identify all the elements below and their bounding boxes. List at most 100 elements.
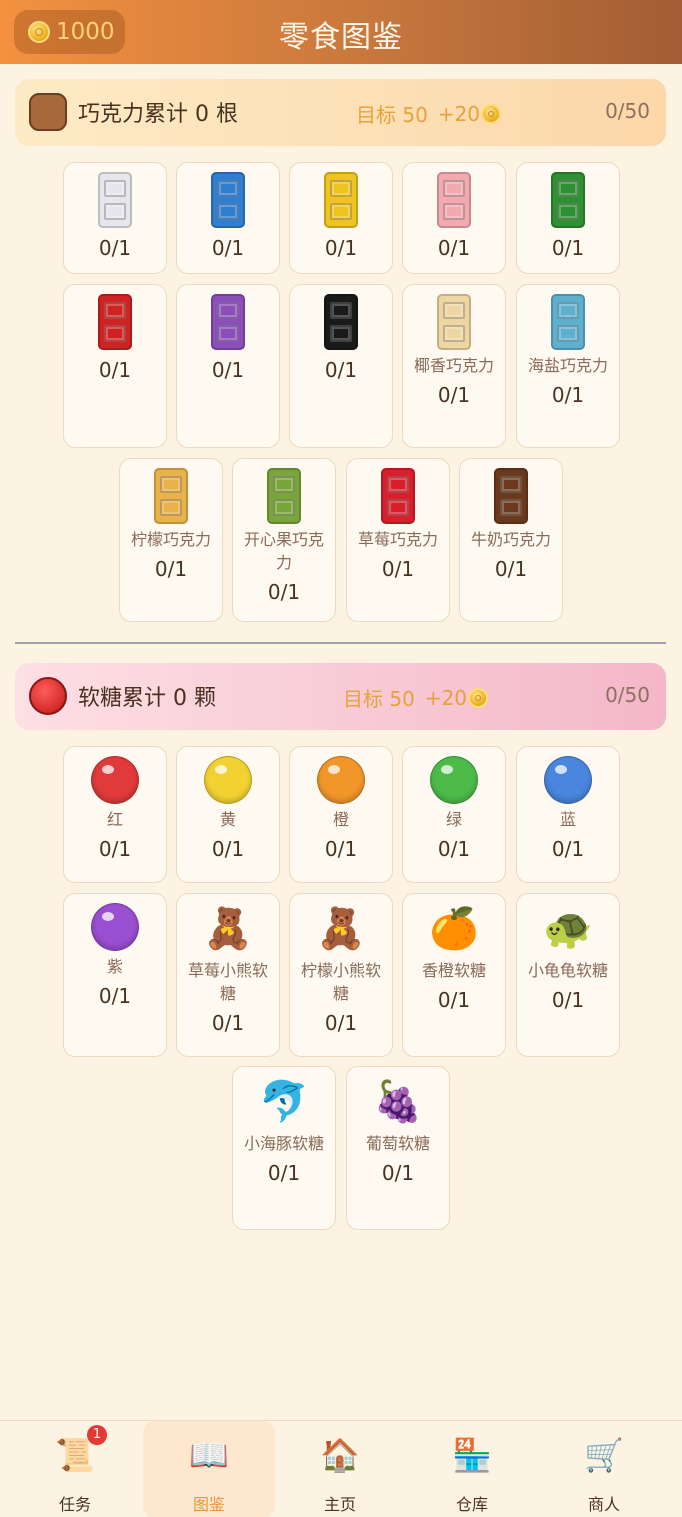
item-name: 绿 [445,810,462,829]
chocolate-card[interactable]: 0/1 [516,162,620,274]
item-name: 草莓小熊软糖 [188,961,269,1003]
gummy-candy-icon [29,677,67,715]
item-count: 0/1 [98,358,132,382]
item-count: 0/1 [324,837,358,861]
turtle-icon: 🐢 [543,906,593,952]
merchant-cart-icon: 🛒 [584,1436,624,1474]
item-count: 0/1 [324,358,358,382]
chocolate-card[interactable]: 0/1 [63,162,167,274]
item-name: 草莓巧克力 [358,530,439,549]
gummy-card[interactable]: 🧸 柠檬小熊软糖 0/1 [289,893,393,1057]
chocolate-card[interactable]: 0/1 [63,284,167,448]
chocolate-card[interactable]: 柠檬巧克力 0/1 [119,458,223,622]
gummy-card[interactable]: 橙 0/1 [289,746,393,883]
gummy-card[interactable]: 🧸 草莓小熊软糖 0/1 [176,893,280,1057]
chocolate-progress: 0/50 [605,99,650,123]
top-bar: 1000 零食图鉴 [0,0,682,64]
nav-item-warehouse[interactable]: 🏪 仓库 [406,1421,538,1517]
chocolate-card[interactable]: 0/1 [176,162,280,274]
item-count: 0/1 [437,383,471,407]
gummy-card[interactable]: 黄 0/1 [176,746,280,883]
item-count: 0/1 [437,837,471,861]
chocolate-bar-icon [154,468,188,524]
chocolate-icon [29,93,67,131]
nav-item-collection[interactable]: 📖 图鉴 [143,1421,275,1517]
chocolate-bar-icon [551,294,585,350]
home-house-icon: 🏠 [320,1436,360,1474]
item-count: 0/1 [324,1011,358,1035]
gummy-card[interactable]: 红 0/1 [63,746,167,883]
nav-label: 图鉴 [192,1495,225,1514]
item-name: 蓝 [559,810,576,829]
gummy-card[interactable]: 🍊 香橙软糖 0/1 [402,893,506,1057]
nav-label: 主页 [323,1495,356,1514]
item-count: 0/1 [324,236,358,260]
chocolate-bar-icon [98,172,132,228]
chocolate-card[interactable]: 海盐巧克力 0/1 [516,284,620,448]
chocolate-card[interactable]: 椰香巧克力 0/1 [402,284,506,448]
orange-candy-icon [317,756,365,804]
gummy-summary-banner: 软糖累计 0 颗 目标 50 +20 0/50 [15,663,666,730]
item-name: 香橙软糖 [421,961,486,980]
chocolate-card[interactable]: 0/1 [289,284,393,448]
gummy-reward-amount: +20 [424,685,468,710]
nav-item-home[interactable]: 🏠 主页 [274,1421,406,1517]
chocolate-bar-icon [551,172,585,228]
item-name: 柠檬巧克力 [131,530,212,549]
chocolate-bar-icon [381,468,415,524]
collection-book-icon: 📖 [189,1436,229,1474]
item-count: 0/1 [98,236,132,260]
dolphin-icon: 🐬 [259,1079,309,1125]
yellow-candy-icon [204,756,252,804]
item-name: 橙 [332,810,349,829]
chocolate-bar-icon [324,172,358,228]
item-name: 红 [106,810,123,829]
gummy-card[interactable]: 🍇 葡萄软糖 0/1 [346,1066,450,1230]
gummy-card[interactable]: 绿 0/1 [402,746,506,883]
gummy-progress: 0/50 [605,683,650,707]
section-divider [15,642,666,644]
item-count: 0/1 [494,557,528,581]
nav-item-tasks[interactable]: 📜 1 任务 [9,1421,141,1517]
chocolate-card[interactable]: 0/1 [289,162,393,274]
gummy-target-label: 目标 50 [343,687,415,711]
chocolate-bar-icon [437,294,471,350]
item-count: 0/1 [551,236,585,260]
chocolate-bar-icon [211,172,245,228]
nav-label: 商人 [587,1495,620,1514]
gummy-total-title: 软糖累计 0 颗 [78,686,216,711]
item-name: 海盐巧克力 [528,356,609,375]
item-name: 椰香巧克力 [414,356,495,375]
nav-label: 仓库 [455,1495,488,1514]
chocolate-card[interactable]: 开心果巧克力 0/1 [232,458,336,622]
chocolate-card[interactable]: 牛奶巧克力 0/1 [459,458,563,622]
warehouse-icon: 🏪 [452,1436,492,1474]
red-candy-icon [91,756,139,804]
chocolate-card[interactable]: 0/1 [176,284,280,448]
item-name: 葡萄软糖 [365,1134,430,1153]
item-count: 0/1 [267,1161,301,1185]
chocolate-bar-icon [211,294,245,350]
task-scroll-icon: 📜 1 [53,1425,107,1477]
item-count: 0/1 [267,580,301,604]
gummy-reward: +20 [424,685,489,710]
chocolate-bar-icon [324,294,358,350]
chocolate-card[interactable]: 草莓巧克力 0/1 [346,458,450,622]
item-count: 0/1 [211,236,245,260]
item-count: 0/1 [98,984,132,1008]
item-count: 0/1 [551,837,585,861]
chocolate-target: 目标 50 +20 [356,99,502,128]
chocolate-card[interactable]: 0/1 [402,162,506,274]
chocolate-bar-icon [437,172,471,228]
coin-icon [468,687,489,708]
lemon-bear-icon: 🧸 [316,906,366,952]
notification-badge: 1 [87,1425,107,1445]
nav-item-merchant[interactable]: 🛒 商人 [538,1421,670,1517]
gummy-card[interactable]: 紫 0/1 [63,893,167,1057]
item-count: 0/1 [551,988,585,1012]
chocolate-target-label: 目标 50 [356,103,428,127]
gummy-card[interactable]: 🐬 小海豚软糖 0/1 [232,1066,336,1230]
gummy-card[interactable]: 蓝 0/1 [516,746,620,883]
item-name: 紫 [106,957,123,976]
gummy-card[interactable]: 🐢 小龟龟软糖 0/1 [516,893,620,1057]
